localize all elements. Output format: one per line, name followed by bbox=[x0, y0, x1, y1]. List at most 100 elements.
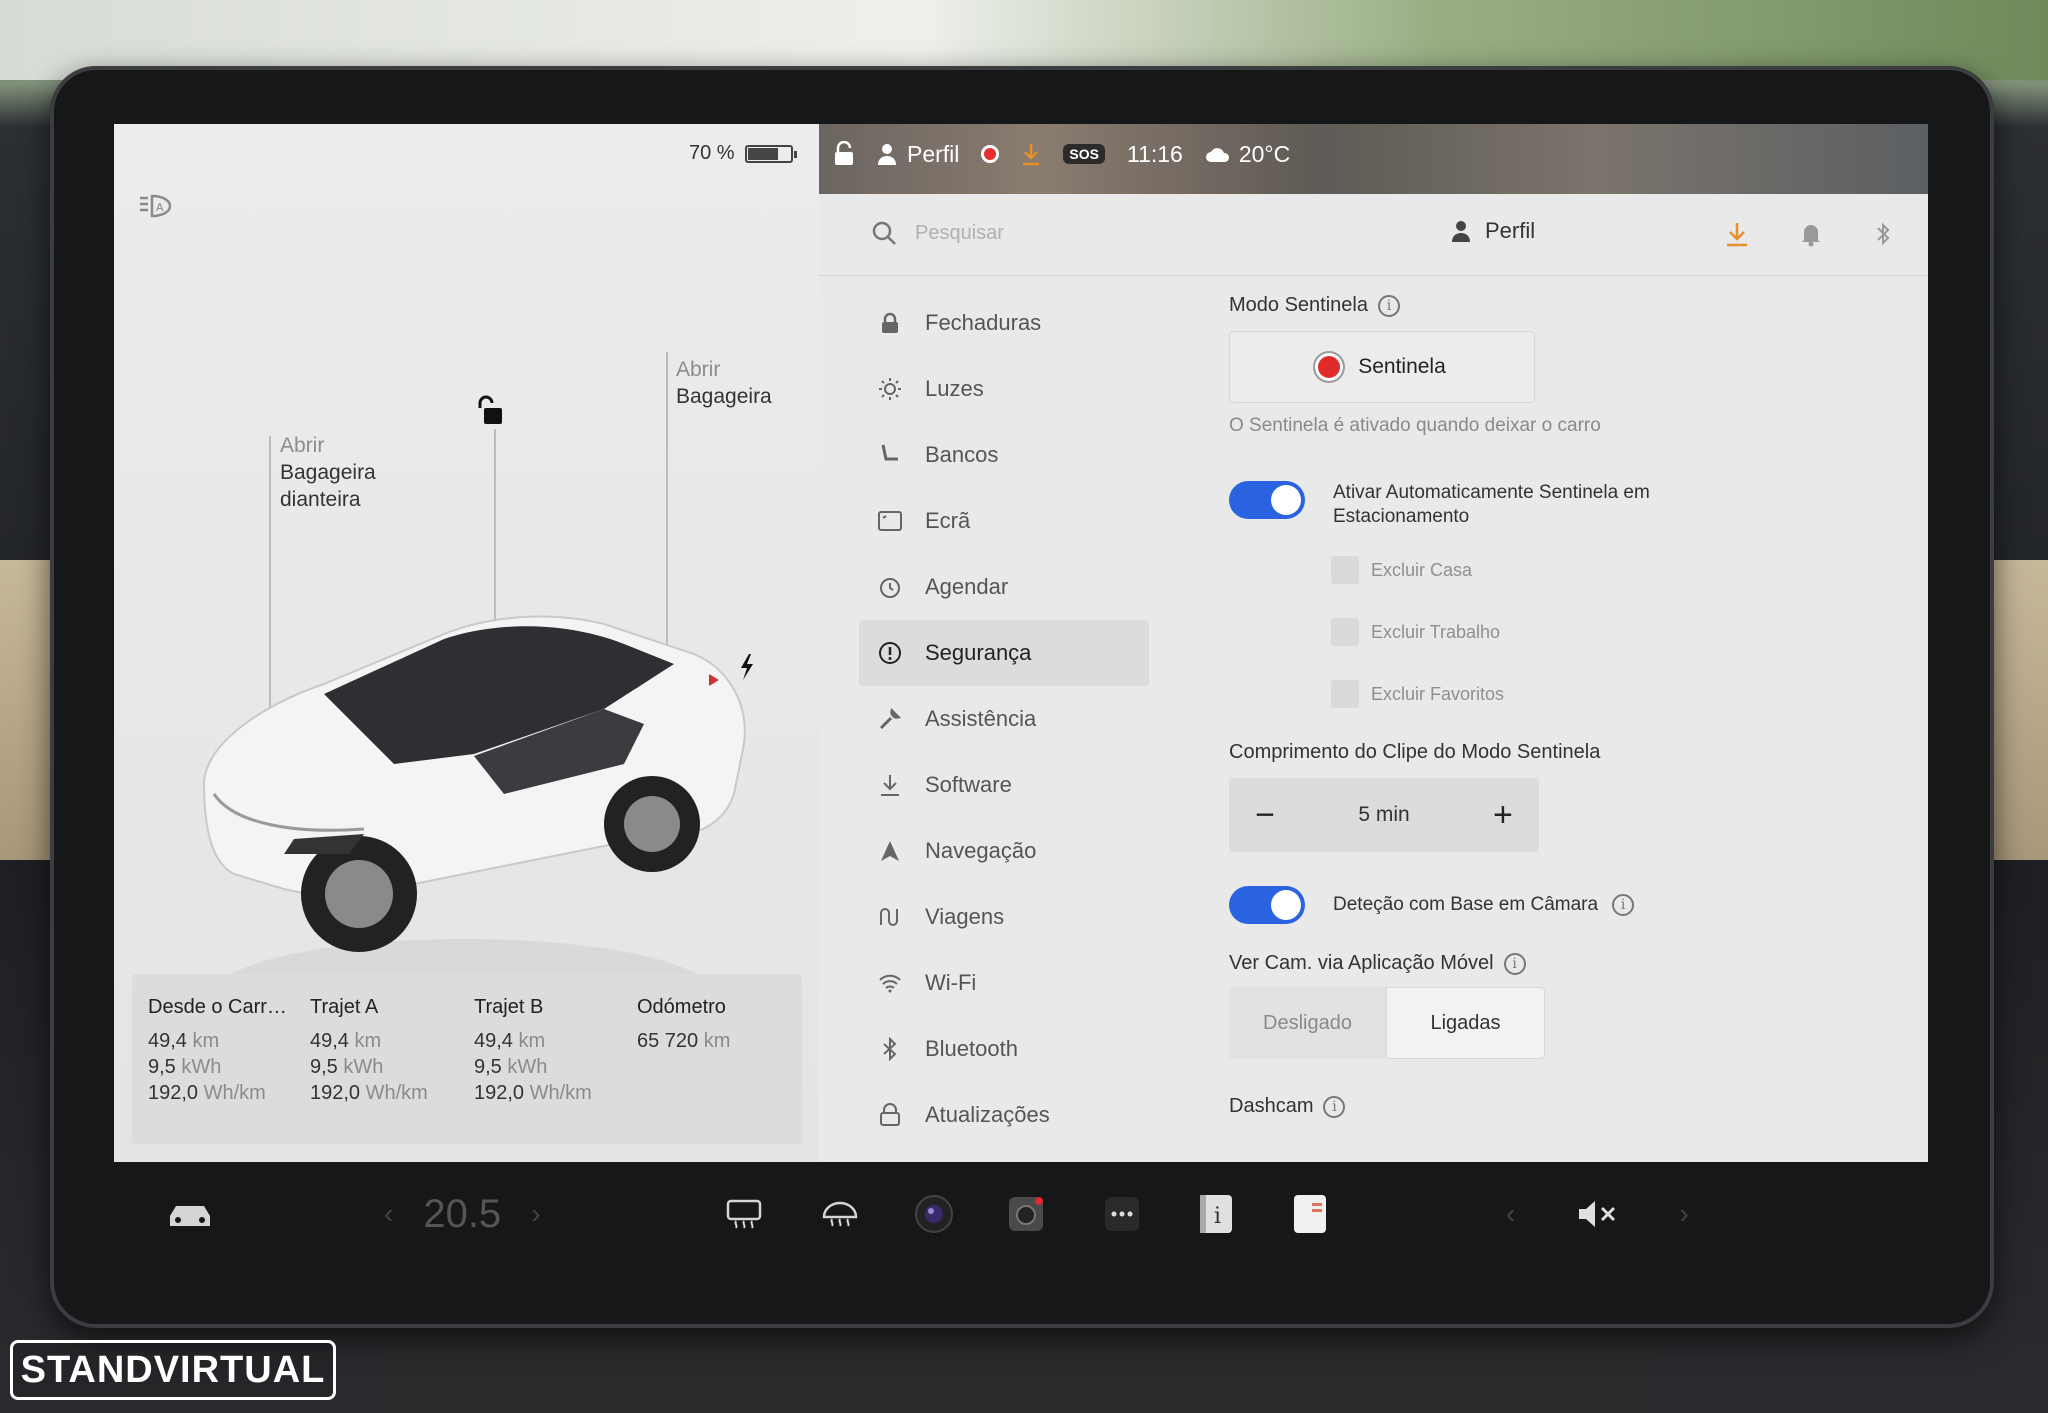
exclude-work-row[interactable]: Excluir Trabalho bbox=[1331, 601, 1909, 663]
rear-defrost-button[interactable] bbox=[724, 1184, 764, 1244]
menu-item-seguranca[interactable]: Segurança bbox=[859, 620, 1149, 686]
mute-icon[interactable] bbox=[1575, 1198, 1619, 1230]
menu-item-luzes[interactable]: Luzes bbox=[859, 356, 1149, 422]
menu-item-label: Atualizações bbox=[925, 1102, 1050, 1127]
menu-item-atualizacoes[interactable]: Atualizações bbox=[859, 1082, 1149, 1148]
profile-button[interactable]: Perfil bbox=[1451, 218, 1535, 244]
chevron-left-icon[interactable]: ‹ bbox=[1506, 1198, 1515, 1230]
trip-distance-unit: km bbox=[186, 1030, 220, 1052]
front-trunk-line1: Abrir bbox=[280, 434, 325, 457]
trip-distance: 49,4 bbox=[474, 1030, 513, 1052]
front-trunk-line2: Bagageira bbox=[280, 461, 376, 484]
status-bar: Perfil SOS 11:16 20°C bbox=[819, 134, 1290, 174]
chevron-right-icon[interactable]: › bbox=[531, 1198, 540, 1230]
sentry-mode-button[interactable]: Sentinela bbox=[1229, 331, 1535, 403]
lock-status-icon[interactable] bbox=[833, 141, 855, 167]
cloud-icon bbox=[1205, 148, 1229, 162]
car-button[interactable] bbox=[166, 1184, 214, 1244]
exclude-favorites-checkbox[interactable] bbox=[1331, 680, 1359, 708]
trip-consumption-unit: Wh/km bbox=[524, 1082, 592, 1104]
bell-icon[interactable] bbox=[1797, 220, 1825, 248]
seat-icon bbox=[877, 442, 903, 468]
exclude-home-row[interactable]: Excluir Casa bbox=[1331, 539, 1909, 601]
profile-label: Perfil bbox=[1485, 218, 1536, 243]
menu-item-label: Wi-Fi bbox=[925, 970, 977, 995]
exclude-work-checkbox[interactable] bbox=[1331, 618, 1359, 646]
svg-text:A: A bbox=[156, 201, 164, 214]
wifi-icon bbox=[877, 970, 903, 996]
bluetooth-icon bbox=[877, 1036, 903, 1062]
trip-column[interactable]: Trajet B 49,4 km 9,5 kWh 192,0 Wh/km bbox=[474, 994, 592, 1106]
info-icon[interactable]: i bbox=[1377, 294, 1400, 317]
trip-column[interactable]: Desde o Carr… 49,4 km 9,5 kWh 192,0 Wh/k… bbox=[148, 994, 287, 1106]
exclude-home-checkbox[interactable] bbox=[1331, 556, 1359, 584]
download-status-icon bbox=[1023, 144, 1040, 166]
auto-sentry-toggle[interactable] bbox=[1229, 481, 1305, 519]
settings-topbar: Perfil LTE bbox=[819, 194, 1928, 276]
menu-item-viagens[interactable]: Viagens bbox=[859, 884, 1149, 950]
increment-button[interactable]: + bbox=[1485, 796, 1521, 835]
dashboard-trim-right bbox=[1988, 560, 2048, 860]
menu-item-wifi[interactable]: Wi-Fi bbox=[859, 950, 1149, 1016]
calendar-app-button[interactable] bbox=[1290, 1184, 1330, 1244]
climate-temperature-control[interactable]: ‹ 20.5 › bbox=[384, 1184, 541, 1244]
menu-item-ecra[interactable]: Ecrã bbox=[859, 488, 1149, 554]
more-icon bbox=[1105, 1197, 1139, 1231]
front-defrost-icon bbox=[822, 1201, 858, 1227]
menu-item-label: Viagens bbox=[925, 904, 1005, 929]
trip-header: Trajet B bbox=[474, 996, 544, 1018]
menu-item-label: Segurança bbox=[925, 640, 1032, 665]
trip-distance-unit: km bbox=[512, 1030, 546, 1052]
menu-item-label: Software bbox=[925, 772, 1012, 797]
app-view-title-text: Ver Cam. via Aplicação Móvel bbox=[1229, 952, 1494, 974]
battery-fill bbox=[747, 147, 779, 160]
menu-item-fechaduras[interactable]: Fechaduras bbox=[859, 290, 1149, 356]
manual-app-button[interactable]: i bbox=[1196, 1184, 1236, 1244]
camera-app-button[interactable] bbox=[914, 1184, 954, 1244]
camera-detection-toggle[interactable] bbox=[1229, 886, 1305, 924]
outside-temperature: 20°C bbox=[1238, 140, 1291, 167]
menu-item-software[interactable]: Software bbox=[859, 752, 1149, 818]
app-view-on-option[interactable]: Ligadas bbox=[1386, 987, 1545, 1059]
menu-item-label: Bancos bbox=[925, 442, 999, 467]
trip-distance-unit: km bbox=[348, 1030, 382, 1052]
menu-item-assistencia[interactable]: Assistência bbox=[859, 686, 1149, 752]
search-input[interactable] bbox=[915, 216, 1235, 250]
info-icon[interactable]: i bbox=[1503, 952, 1526, 975]
dashcam-app-button[interactable] bbox=[1006, 1184, 1046, 1244]
info-icon[interactable]: i bbox=[1323, 1095, 1346, 1118]
more-apps-button[interactable] bbox=[1102, 1184, 1142, 1244]
menu-item-label: Fechaduras bbox=[925, 310, 1042, 335]
exclude-favorites-row[interactable]: Excluir Favoritos bbox=[1331, 663, 1909, 725]
updates-icon bbox=[877, 1102, 903, 1128]
trip-column[interactable]: Trajet A 49,4 km 9,5 kWh 192,0 Wh/km bbox=[310, 994, 428, 1106]
menu-item-navegacao[interactable]: Navegação bbox=[859, 818, 1149, 884]
bluetooth-icon[interactable] bbox=[1869, 220, 1897, 248]
info-icon[interactable]: i bbox=[1612, 894, 1635, 916]
rear-trunk-line2: Bagageira bbox=[676, 385, 772, 408]
menu-item-label: Assistência bbox=[925, 706, 1037, 731]
chevron-left-icon[interactable]: ‹ bbox=[384, 1198, 393, 1230]
trip-energy: 9,5 bbox=[474, 1056, 502, 1078]
headlight-icon[interactable]: A bbox=[136, 192, 176, 220]
front-defrost-button[interactable] bbox=[820, 1184, 860, 1244]
chevron-right-icon[interactable]: › bbox=[1679, 1198, 1688, 1230]
menu-item-agendar[interactable]: Agendar bbox=[859, 554, 1149, 620]
trip-consumption-unit: Wh/km bbox=[198, 1082, 266, 1104]
sos-badge[interactable]: SOS bbox=[1063, 144, 1105, 164]
status-profile[interactable]: Perfil bbox=[877, 141, 959, 168]
menu-item-bancos[interactable]: Bancos bbox=[859, 422, 1149, 488]
volume-control[interactable]: ‹ › bbox=[1506, 1184, 1689, 1244]
download-icon[interactable] bbox=[1723, 220, 1751, 248]
weather: 20°C bbox=[1205, 141, 1290, 168]
app-view-off-option[interactable]: Desligado bbox=[1229, 987, 1386, 1059]
odometer-value: 65 720 bbox=[637, 1030, 699, 1052]
menu-item-bluetooth[interactable]: Bluetooth bbox=[859, 1016, 1149, 1082]
clock-icon bbox=[877, 574, 903, 600]
battery-percent: 70 % bbox=[689, 142, 735, 164]
calendar-icon bbox=[1294, 1195, 1326, 1233]
rear-trunk-label[interactable]: Abrir Bagageira bbox=[676, 356, 772, 410]
dashcam-icon bbox=[1009, 1197, 1043, 1231]
decrement-button[interactable]: − bbox=[1247, 796, 1283, 835]
unlock-icon[interactable] bbox=[474, 394, 502, 428]
